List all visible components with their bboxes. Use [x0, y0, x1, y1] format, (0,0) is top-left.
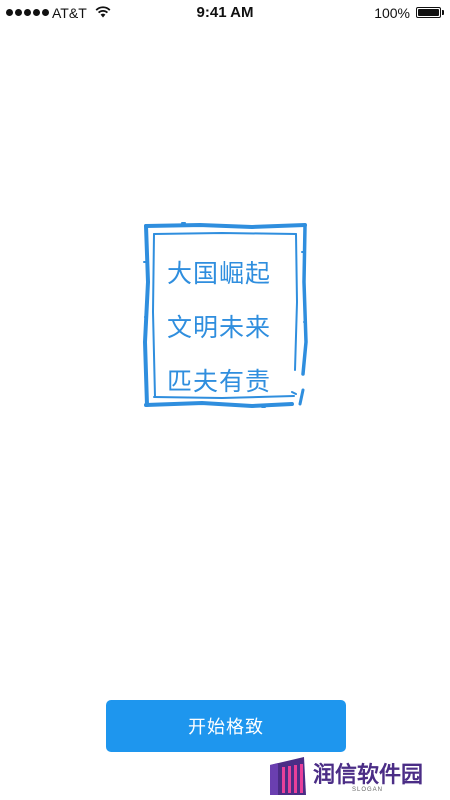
stamp-line: 大国崛起	[167, 259, 272, 288]
stamp-text: 大国崛起 文明未来 匹夫有责	[167, 247, 287, 409]
slogan-stamp: 大国崛起 文明未来 匹夫有责	[142, 222, 310, 408]
battery-percentage: 100%	[374, 5, 410, 21]
brand-slogan: SLOGAN	[352, 787, 384, 793]
battery-icon	[416, 7, 441, 18]
battery-tip	[442, 10, 444, 15]
start-button[interactable]: 开始格致	[106, 700, 346, 752]
app-screen: AT&T 9:41 AM 100% 大国崛起 文明未来 匹夫有责 开始格致 润信…	[0, 0, 450, 800]
brand-name: 润信软件园	[313, 763, 424, 788]
stamp-line: 匹夫有责	[167, 367, 272, 396]
building-logo-icon	[270, 757, 306, 795]
watermark: 润信软件园 SLOGAN	[268, 757, 448, 797]
status-bar: AT&T 9:41 AM 100%	[0, 0, 450, 26]
stamp-line: 文明未来	[167, 313, 272, 342]
